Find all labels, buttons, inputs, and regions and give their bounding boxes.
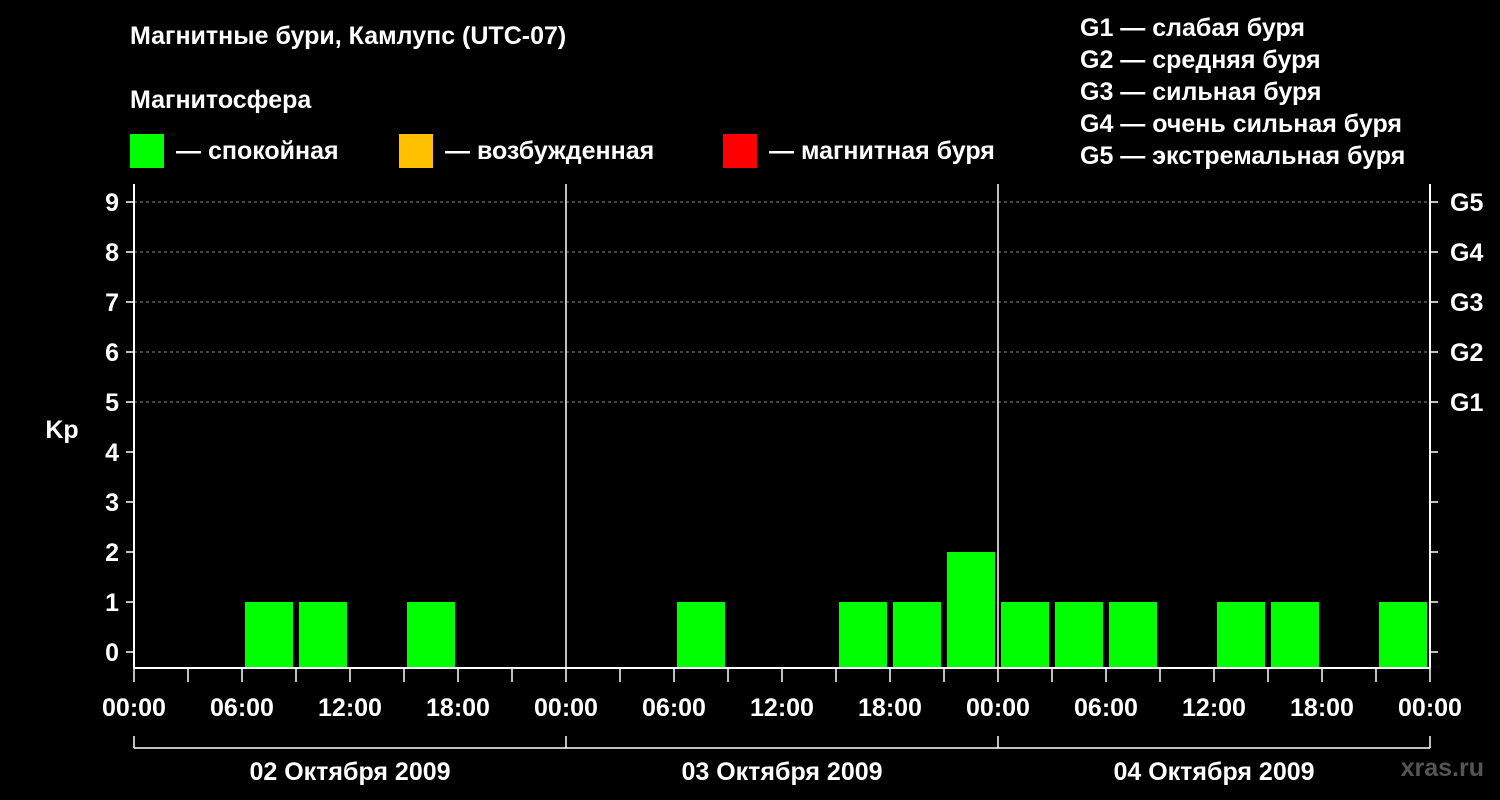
kp-bar [244,602,294,668]
x-tick-label: 00:00 [102,694,166,722]
x-tick-label: 12:00 [318,694,382,722]
g-axis-label: G5 [1450,189,1483,217]
y-axis-label: Kp [45,416,78,444]
g-axis-label: G3 [1450,289,1483,317]
x-tick-label: 00:00 [966,694,1030,722]
kp-bar [838,602,888,668]
kp-bar [298,602,348,668]
y-tick-label: 6 [105,339,119,367]
kp-bar [1054,602,1104,668]
y-tick-label: 1 [105,589,119,617]
kp-bar [1000,602,1050,668]
g-axis-label: G1 [1450,389,1483,417]
day-label: 03 Октября 2009 [681,758,882,786]
x-tick-label: 00:00 [1398,694,1462,722]
x-tick-label: 18:00 [858,694,922,722]
y-tick-label: 9 [105,189,119,217]
g-axis-label: G2 [1450,339,1483,367]
x-tick-label: 00:00 [534,694,598,722]
kp-bar [946,552,996,668]
kp-bar [1270,602,1320,668]
y-tick-label: 3 [105,489,119,517]
kp-chart: 0 1 2 3 4 5 6 7 8 9 Kp G1 G2 G3 G4 G5 00:00 06:00 12:00 18:… [45,184,1483,786]
x-tick-label: 06:00 [642,694,706,722]
x-tick-label: 18:00 [426,694,490,722]
y-tick-label: 5 [105,389,119,417]
x-tick-label: 12:00 [750,694,814,722]
y-tick-label: 4 [105,439,119,467]
kp-bar [1378,602,1428,668]
x-tick-label: 06:00 [1074,694,1138,722]
g-axis-label: G4 [1450,239,1483,267]
kp-bar [1108,602,1158,668]
kp-bar [406,602,456,668]
kp-bar [676,602,726,668]
y-tick-label: 8 [105,239,119,267]
brand-watermark: xras.ru [1400,754,1484,782]
y-tick-label: 2 [105,539,119,567]
y-tick-label: 0 [105,639,119,667]
kp-bar [892,602,942,668]
kp-bar [1216,602,1266,668]
x-tick-label: 18:00 [1290,694,1354,722]
x-tick-label: 06:00 [210,694,274,722]
day-label: 02 Октября 2009 [249,758,450,786]
day-label: 04 Октября 2009 [1113,758,1314,786]
x-tick-label: 12:00 [1182,694,1246,722]
y-tick-label: 7 [105,289,119,317]
